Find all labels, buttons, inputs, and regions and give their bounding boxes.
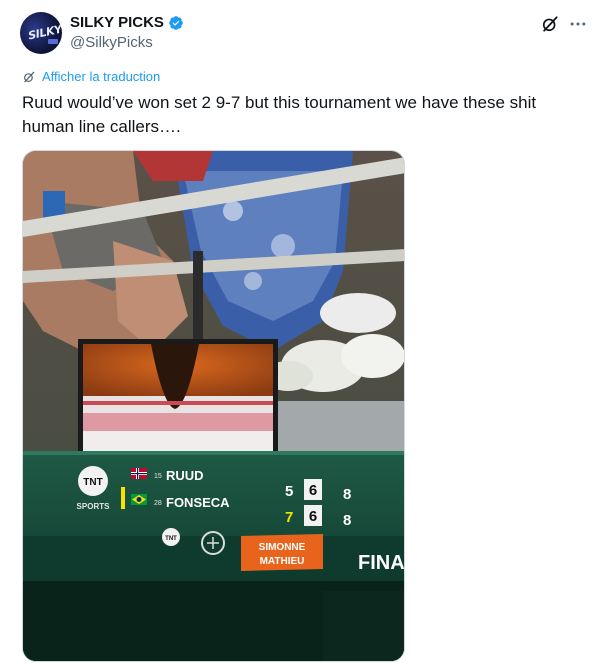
player2-seed: 28 — [154, 500, 162, 507]
player1-set3: 8 — [343, 486, 351, 503]
translate-icon — [24, 71, 35, 82]
player2-name: FONSECA — [166, 495, 230, 510]
tnt-sports-logo: TNT SPORTS — [77, 466, 111, 511]
right-partial-label: FINA — [358, 552, 405, 574]
author-display-name[interactable]: SILKY PICKS — [70, 14, 164, 31]
court-name-line2: MATHIEU — [260, 556, 305, 567]
grok-icon[interactable] — [540, 14, 560, 34]
player1-seed: 15 — [154, 473, 162, 480]
tweet-text: Ruud would’ve won set 2 9-7 but this tou… — [22, 93, 537, 136]
translate-link[interactable]: Afficher la traduction — [22, 69, 160, 84]
player1-name: RUUD — [166, 468, 204, 483]
court-name-line1: SIMONNE — [259, 542, 306, 553]
player2-set2: 6 — [309, 508, 317, 525]
player1-set2: 6 — [309, 482, 317, 499]
verified-badge-icon — [169, 15, 183, 30]
author-name-row[interactable]: SILKY PICKS — [70, 14, 184, 31]
tnt-logo-small-text: TNT — [165, 536, 177, 542]
player2-set3: 8 — [343, 512, 351, 529]
author-handle[interactable]: @SilkyPicks — [70, 34, 153, 51]
tnt-sports-label: SPORTS — [77, 502, 111, 511]
player1-set1: 5 — [285, 483, 293, 500]
tnt-logo-text: TNT — [83, 477, 102, 488]
more-icon[interactable] — [568, 14, 588, 34]
player2-set1: 7 — [285, 509, 293, 526]
tweet-media-photo[interactable]: TNT SPORTS 15 RUUD 5 6 8 28 FONSECA 7 6 … — [22, 150, 405, 662]
avatar[interactable]: SILKY — [20, 12, 62, 54]
scoreboard-photo: TNT SPORTS 15 RUUD 5 6 8 28 FONSECA 7 6 … — [23, 151, 405, 661]
avatar-badge — [48, 39, 58, 44]
translate-label[interactable]: Afficher la traduction — [42, 69, 160, 84]
